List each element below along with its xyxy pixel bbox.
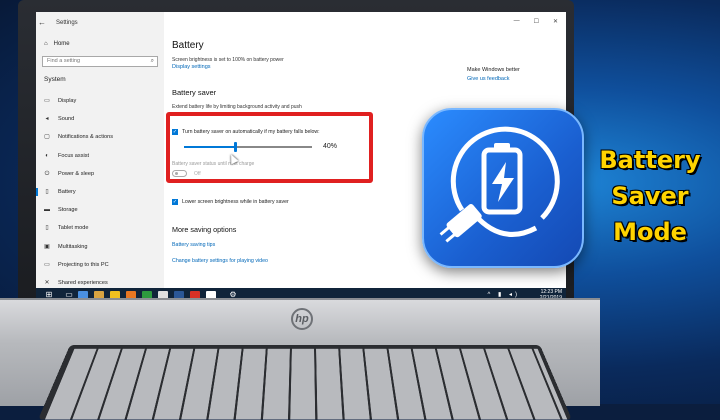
window-title: Settings (56, 20, 78, 26)
nav-home-label: Home (53, 41, 70, 47)
sidebar-item-display[interactable]: ▭ Display (36, 92, 164, 110)
hp-logo: hp (291, 308, 313, 330)
keyboard-keys (42, 348, 568, 420)
sound-icon: ◂ (45, 116, 49, 123)
sidebar-item-projecting-to-this-pc[interactable]: ▭ Projecting to this PC (36, 256, 164, 274)
battery-saver-heading: Battery saver (172, 88, 217, 97)
home-icon: ⌂ (44, 41, 48, 47)
shared-icon: ✕ (44, 279, 50, 286)
sidebar-section-label: System (44, 76, 66, 83)
hero-line-2: Saver (611, 182, 689, 210)
sidebar-nav: ▭ Display ◂ Sound ▢ Notifications & actions ◐ F… (36, 92, 164, 292)
sidebar-item-multitasking[interactable]: ▣ Multitasking (36, 238, 164, 256)
lower-brightness-checkbox[interactable]: ✓ Lower screen brightness while in batte… (172, 199, 289, 205)
search-input[interactable]: Find a setting ⌕ (42, 56, 158, 67)
sidebar-item-label: Focus assist (58, 152, 90, 159)
sidebar-item-label: Storage (58, 207, 78, 214)
hero-line-1: Battery (599, 146, 701, 174)
search-placeholder: Find a setting (47, 58, 81, 64)
search-icon: ⌕ (150, 58, 154, 64)
minimize-button[interactable]: — (514, 18, 520, 25)
sidebar-item-label: Notifications & actions (58, 134, 114, 141)
sidebar-item-label: Projecting to this PC (58, 261, 109, 268)
sidebar-item-tablet-mode[interactable]: ▯ Tablet mode (36, 219, 164, 237)
sidebar-item-label: Power & sleep (58, 170, 95, 177)
feedback-link[interactable]: Give us feedback (467, 76, 510, 82)
checkmark-icon: ✓ (172, 199, 178, 205)
back-arrow-icon[interactable]: ← (38, 18, 46, 27)
sidebar-item-battery[interactable]: ▯ Battery (36, 183, 164, 201)
sidebar-item-sound[interactable]: ◂ Sound (36, 110, 164, 128)
display-settings-link[interactable]: Display settings (172, 64, 211, 70)
video-settings-link[interactable]: Change battery settings for playing vide… (172, 258, 268, 264)
more-options-heading: More saving options (172, 225, 237, 234)
sidebar-item-power-sleep[interactable]: ⏻ Power & sleep (36, 165, 164, 183)
close-button[interactable]: ✕ (553, 18, 558, 25)
sidebar-item-label: Battery (58, 189, 76, 196)
notifications-icon: ▢ (44, 134, 50, 141)
sidebar-item-label: Tablet mode (58, 225, 89, 232)
hero-line-3: Mode (613, 218, 687, 246)
sidebar-item-focus-assist[interactable]: ◐ Focus assist (36, 147, 164, 165)
page-title: Battery (172, 40, 204, 51)
power-icon: ⏻ (44, 170, 50, 177)
sidebar-item-label: Display (58, 98, 77, 105)
sidebar-item-label: Sound (58, 116, 75, 123)
battery-icon: ▯ (45, 189, 49, 196)
window-controls: — ☐ ✕ (514, 18, 558, 25)
sidebar-item-label: Shared experiences (58, 279, 108, 286)
sidebar-item-notifications-actions[interactable]: ▢ Notifications & actions (36, 128, 164, 146)
maximize-button[interactable]: ☐ (534, 18, 539, 25)
battery-tips-link[interactable]: Battery saving tips (172, 242, 215, 248)
lower-brightness-label: Lower screen brightness while in battery… (182, 199, 289, 205)
settings-sidebar: ← Settings ⌂ Home Find a setting ⌕ Syste… (36, 12, 164, 288)
extend-note: Extend battery life by limiting backgrou… (172, 104, 302, 110)
storage-icon: ▬ (44, 207, 50, 214)
hero-title: Battery Saver Mode (583, 142, 717, 250)
nav-home[interactable]: ⌂ Home (44, 41, 70, 47)
sidebar-item-storage[interactable]: ▬ Storage (36, 201, 164, 219)
battery-plug-icon (439, 126, 560, 243)
tray-icons[interactable]: ^ ▮ ◂) (488, 291, 520, 298)
highlight-box (166, 112, 373, 183)
brightness-note: Screen brightness is set to 100% on batt… (172, 57, 284, 63)
make-windows-better: Make Windows better (467, 67, 520, 73)
battery-saver-app-icon (422, 108, 584, 268)
display-icon: ▭ (44, 98, 50, 105)
projecting-icon: ▭ (44, 261, 50, 268)
multitasking-icon: ▣ (44, 243, 50, 250)
keyboard (38, 345, 572, 420)
focus-assist-icon: ◐ (45, 152, 49, 159)
sidebar-item-label: Multitasking (58, 243, 88, 250)
tablet-icon: ▯ (45, 225, 49, 232)
